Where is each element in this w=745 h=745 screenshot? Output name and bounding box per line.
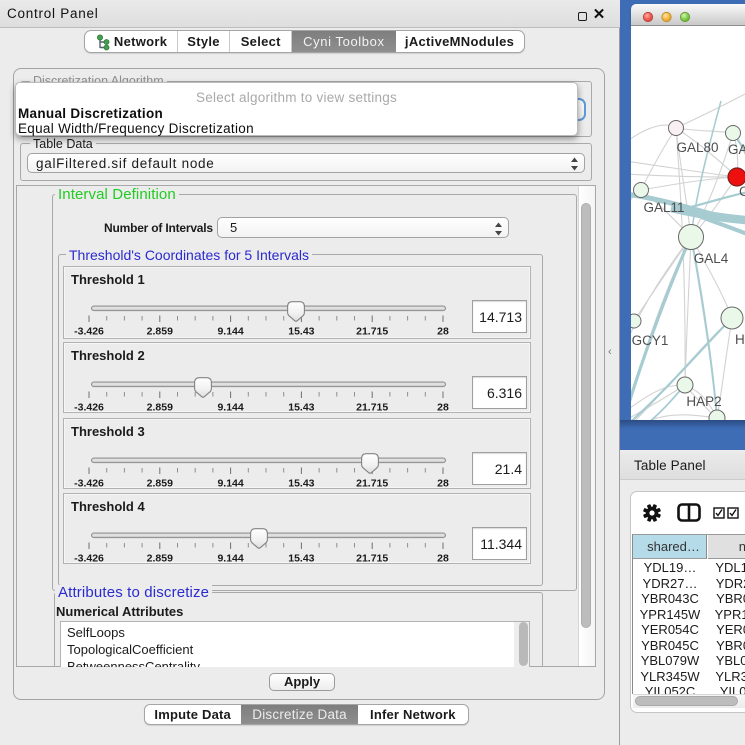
svg-text:9.144: 9.144 (217, 326, 243, 338)
svg-text:28: 28 (437, 326, 449, 338)
svg-text:GCY1: GCY1 (632, 333, 669, 348)
svg-text:15.43: 15.43 (288, 326, 314, 338)
svg-text:-3.426: -3.426 (74, 553, 104, 565)
svg-text:HIS: HIS (735, 332, 745, 347)
svg-text:HAP2: HAP2 (686, 394, 721, 409)
svg-text:9.144: 9.144 (217, 478, 243, 490)
svg-text:28: 28 (437, 402, 449, 414)
svg-text:21.715: 21.715 (356, 478, 388, 490)
svg-text:21.715: 21.715 (356, 326, 388, 338)
svg-text:GAL4: GAL4 (694, 251, 729, 266)
svg-text:-3.426: -3.426 (74, 326, 104, 338)
svg-text:-3.426: -3.426 (74, 402, 104, 414)
svg-text:21.715: 21.715 (356, 553, 388, 565)
svg-text:15.43: 15.43 (288, 402, 314, 414)
svg-text:28: 28 (437, 553, 449, 565)
svg-text:2.859: 2.859 (147, 478, 173, 490)
svg-text:28: 28 (437, 478, 449, 490)
svg-text:GAL11: GAL11 (643, 200, 684, 215)
svg-text:GAL80: GAL80 (676, 140, 718, 155)
svg-text:15.43: 15.43 (288, 553, 314, 565)
svg-text:15.43: 15.43 (288, 478, 314, 490)
svg-text:9.144: 9.144 (217, 553, 243, 565)
svg-text:CY: CY (739, 184, 745, 199)
svg-text:2.859: 2.859 (147, 326, 173, 338)
svg-text:21.715: 21.715 (356, 402, 388, 414)
svg-text:9.144: 9.144 (217, 402, 243, 414)
svg-text:2.859: 2.859 (147, 402, 173, 414)
svg-text:2.859: 2.859 (147, 553, 173, 565)
svg-text:-3.426: -3.426 (74, 478, 104, 490)
svg-text:GAL2: GAL2 (728, 142, 745, 157)
